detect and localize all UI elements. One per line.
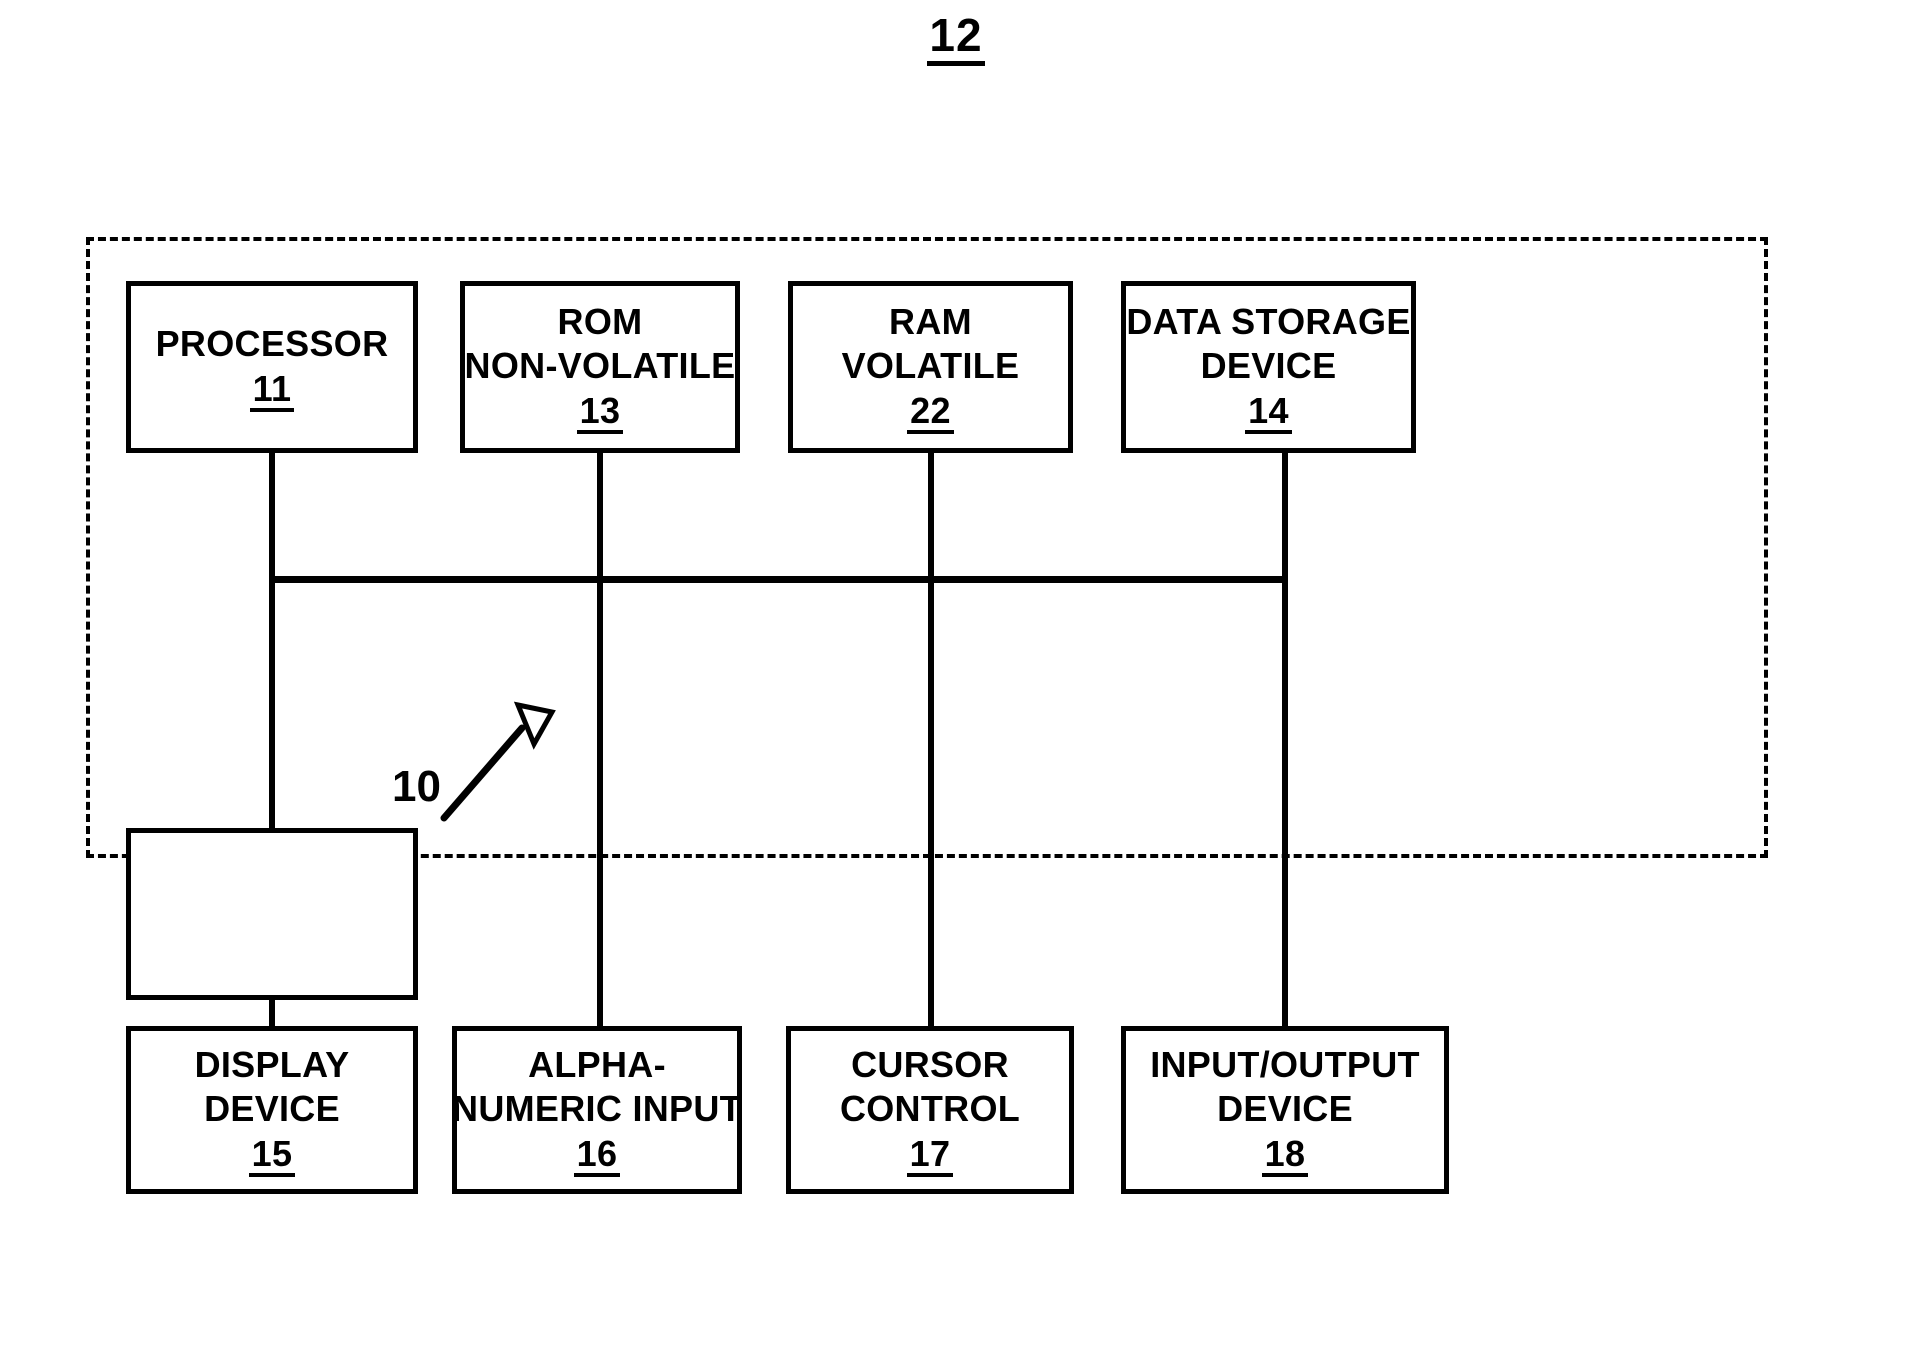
block-alphanumeric-line-0: ALPHA-: [528, 1043, 666, 1085]
block-alphanumeric-refnum: 16: [573, 1134, 621, 1178]
block-data-storage-line-1: DEVICE: [1200, 344, 1337, 386]
wire-cursor-stub: [928, 830, 934, 1028]
block-rom-line-0: ROM: [557, 300, 643, 342]
figure-number-text: 12: [927, 11, 985, 67]
block-display-line-1: DEVICE: [204, 1087, 340, 1129]
block-data-storage-device[interactable]: DATA STORAGE DEVICE 14: [1121, 281, 1416, 453]
block-display-line-0: DISPLAY: [194, 1043, 350, 1085]
wire-io-stub: [1282, 830, 1288, 1028]
block-io-refnum: 18: [1261, 1134, 1309, 1178]
wire-bus-to-io: [1282, 576, 1288, 830]
block-cursor-line-0: CURSOR: [851, 1043, 1009, 1085]
block-display-device-placeholder: [126, 828, 418, 1000]
block-io-line-0: INPUT/OUTPUT: [1150, 1043, 1420, 1085]
wire-processor-to-bus: [269, 450, 275, 582]
figure-number: 12: [0, 8, 1912, 67]
wire-rom-to-bus: [597, 450, 603, 582]
block-input-output-device[interactable]: INPUT/OUTPUT DEVICE 18: [1121, 1026, 1449, 1194]
block-rom-line-1: NON-VOLATILE: [464, 344, 736, 386]
system-bus-reference-number: 10: [392, 762, 441, 811]
block-cursor-refnum: 17: [906, 1134, 954, 1178]
block-rom-refnum: 13: [576, 391, 624, 435]
wire-alphanumeric-stub: [597, 830, 603, 1028]
block-alphanumeric-input[interactable]: ALPHA- NUMERIC INPUT 16: [452, 1026, 742, 1194]
block-ram-volatile[interactable]: RAM VOLATILE 22: [788, 281, 1073, 453]
block-processor-refnum: 11: [249, 369, 295, 413]
block-ram-line-0: RAM: [889, 300, 972, 342]
wire-bus-to-display: [269, 576, 275, 830]
wire-ram-to-bus: [928, 450, 934, 582]
block-display-refnum: 15: [248, 1134, 296, 1178]
patent-figure-canvas: 12 PROCESSOR 11 ROM NON-VOLATILE 13 RAM …: [0, 0, 1912, 1350]
block-display-device[interactable]: DISPLAY DEVICE 15: [126, 1026, 418, 1194]
block-cursor-control[interactable]: CURSOR CONTROL 17: [786, 1026, 1074, 1194]
wire-bus-to-cursor: [928, 576, 934, 830]
block-ram-refnum: 22: [907, 391, 954, 435]
block-data-storage-refnum: 14: [1245, 391, 1292, 435]
block-io-line-1: DEVICE: [1217, 1087, 1353, 1129]
system-bus-line: [269, 576, 1288, 583]
block-cursor-line-1: CONTROL: [839, 1087, 1021, 1129]
block-data-storage-line-0: DATA STORAGE: [1126, 300, 1411, 342]
block-ram-line-1: VOLATILE: [841, 344, 1020, 386]
block-rom-non-volatile[interactable]: ROM NON-VOLATILE 13: [460, 281, 740, 453]
block-alphanumeric-line-1: NUMERIC INPUT: [452, 1087, 742, 1129]
wire-data-storage-to-bus: [1282, 450, 1288, 582]
bus-callout-leader: [440, 701, 556, 822]
block-processor-line-0: PROCESSOR: [155, 322, 389, 364]
block-processor[interactable]: PROCESSOR 11: [126, 281, 418, 453]
